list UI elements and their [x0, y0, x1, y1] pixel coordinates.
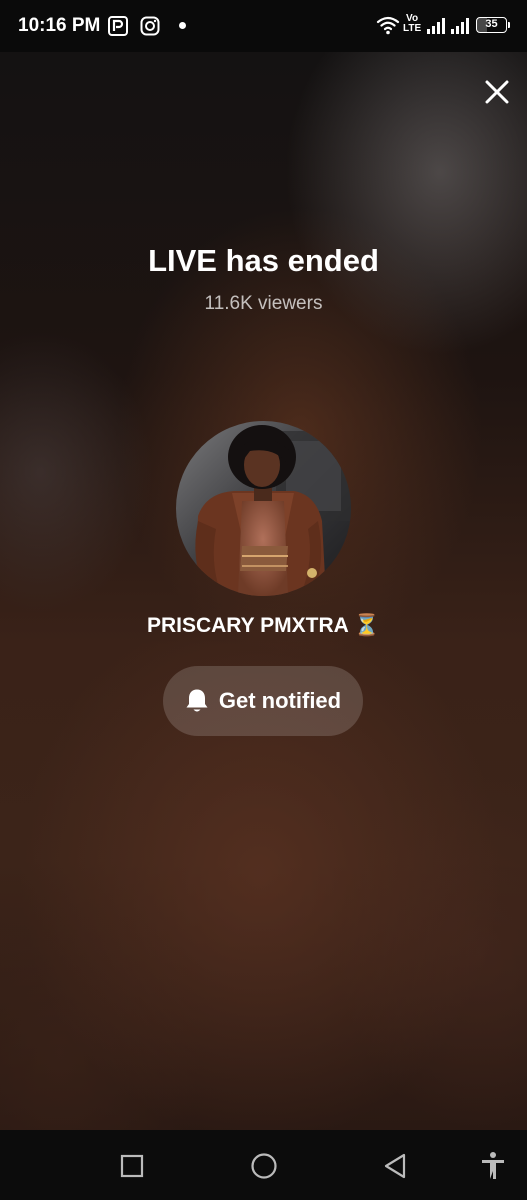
get-notified-button[interactable]: Get notified	[163, 666, 363, 736]
home-button[interactable]	[250, 1152, 278, 1185]
volte-bottom-label: LTE	[403, 23, 422, 34]
battery-level: 35	[485, 18, 498, 30]
wifi-icon	[376, 15, 400, 40]
back-icon	[384, 1153, 406, 1179]
hourglass-emoji: ⏳	[353, 614, 381, 637]
viewer-count: 11.6K viewers	[204, 293, 323, 314]
volte-icon: Vo LTE	[403, 14, 421, 34]
instagram-icon	[140, 16, 160, 41]
navigation-bar	[0, 1130, 527, 1200]
avatar[interactable]	[176, 421, 351, 596]
recents-button[interactable]	[120, 1154, 144, 1183]
status-bar: 10:16 PM Vo LTE 35	[0, 0, 527, 52]
signal-icon	[426, 17, 446, 40]
username-text: PRISCARY PMXTRA	[146, 614, 349, 637]
home-icon	[251, 1153, 277, 1179]
close-button[interactable]	[480, 75, 514, 109]
notification-dot	[179, 22, 186, 29]
status-time: 10:16 PM	[18, 15, 101, 36]
get-notified-label: Get notified	[218, 688, 342, 713]
accessibility-button[interactable]	[480, 1151, 506, 1186]
paypal-icon	[108, 16, 128, 41]
battery-icon: 35	[476, 17, 510, 33]
live-ended-screen: 10:16 PM Vo LTE 35 LIVE has ended 11.6K …	[0, 0, 527, 1200]
bell-icon	[186, 689, 208, 712]
live-ended-title: LIVE has ended	[148, 243, 379, 278]
avatar-image	[176, 421, 351, 596]
close-icon	[485, 80, 509, 104]
host-username: PRISCARY PMXTRA ⏳	[0, 614, 527, 638]
back-button[interactable]	[382, 1152, 408, 1185]
accessibility-icon	[482, 1152, 504, 1179]
recents-icon	[120, 1154, 144, 1178]
signal-icon-2	[450, 17, 470, 40]
